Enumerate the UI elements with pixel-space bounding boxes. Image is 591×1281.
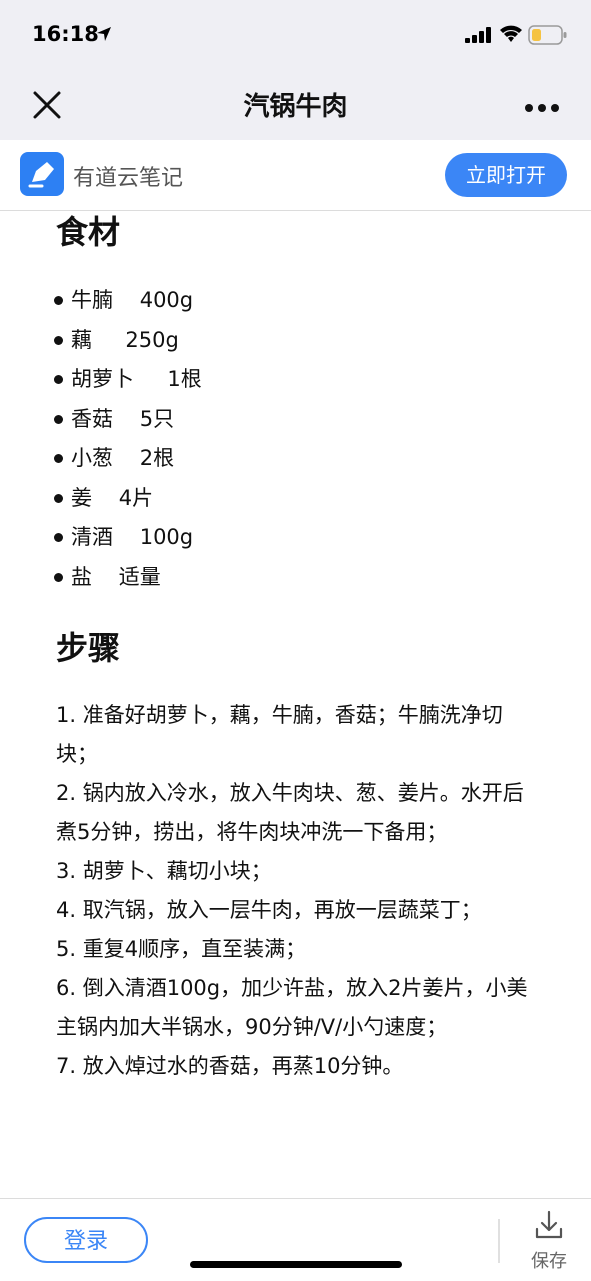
bullet	[54, 454, 63, 463]
ingredients-heading: 食材	[56, 213, 121, 251]
ingredient-name: 胡萝卜	[71, 367, 134, 391]
youdao-note-logo-icon	[20, 152, 64, 196]
step-item: 5. 重复4顺序，直至装满；	[56, 937, 307, 961]
step-item: 2. 锅内放入冷水，放入牛肉块、葱、姜片。水开后煮5分钟，捞出，将牛肉块冲洗一下…	[56, 781, 524, 844]
step-item: 3. 胡萝卜、藕切小块；	[56, 859, 272, 883]
app-banner: 有道云笔记 立即打开	[0, 140, 591, 211]
ingredient-amount: 2根	[139, 446, 175, 470]
status-bar: 16:18	[0, 0, 591, 70]
ingredient-name: 香菇	[71, 406, 113, 431]
bullet	[54, 533, 63, 542]
login-button[interactable]: 登录	[24, 1217, 148, 1263]
battery-low-icon	[528, 25, 568, 49]
ingredient-amount: 1根	[167, 367, 202, 391]
open-app-button[interactable]: 立即打开	[445, 153, 567, 197]
bullet	[54, 296, 63, 305]
nav-bar: 汽锅牛肉	[0, 70, 591, 140]
ingredient-amount: 100g	[139, 525, 194, 549]
cellular-signal-icon	[465, 27, 493, 47]
wifi-icon	[499, 24, 523, 47]
bullet	[54, 375, 63, 384]
app-name: 有道云笔记	[73, 166, 184, 191]
bullet	[54, 414, 63, 424]
ingredient-amount: 5只	[139, 406, 175, 431]
article-content: 食材 牛腩 400g 藕 250g 胡萝卜 1根 香菇 5只 小葱 2根 姜 4…	[0, 211, 591, 1198]
divider	[498, 1219, 500, 1263]
ingredient-name: 藕	[71, 327, 92, 352]
ingredient-name: 盐	[71, 564, 92, 589]
ingredient-name: 清酒	[71, 525, 113, 549]
step-item: 7. 放入焯过水的香菇，再蒸10分钟。	[56, 1054, 404, 1078]
bullet	[54, 335, 63, 345]
ingredient-amount: 400g	[139, 288, 194, 312]
download-icon[interactable]	[533, 1209, 565, 1245]
step-item: 1. 准备好胡萝卜，藕，牛腩，香菇；牛腩洗净切块；	[56, 703, 503, 766]
status-time: 16:18	[32, 22, 99, 46]
ingredient-amount: 适量	[118, 564, 161, 589]
ingredient-amount: 250g	[125, 327, 179, 352]
ingredient-name: 姜	[71, 485, 92, 510]
bullet	[54, 493, 63, 503]
home-indicator[interactable]	[190, 1261, 402, 1268]
save-label[interactable]: 保存	[531, 1247, 567, 1273]
more-icon[interactable]	[524, 98, 560, 117]
bottom-bar: 登录 保存	[0, 1198, 591, 1281]
page-title: 汽锅牛肉	[243, 92, 348, 122]
location-arrow-icon	[96, 26, 112, 46]
steps-heading: 步骤	[56, 629, 121, 667]
bullet	[54, 572, 63, 582]
ingredient-amount: 4片	[118, 485, 154, 510]
step-item: 6. 倒入清酒100g，加少许盐，放入2片姜片，小美主锅内加大半锅水，90分钟/…	[56, 976, 528, 1039]
ingredient-name: 小葱	[71, 446, 113, 470]
step-item: 4. 取汽锅，放入一层牛肉，再放一层蔬菜丁；	[56, 898, 482, 922]
steps-list: 1. 准备好胡萝卜，藕，牛腩，香菇；牛腩洗净切块； 2. 锅内放入冷水，放入牛肉…	[56, 696, 536, 1086]
ingredient-name: 牛腩	[71, 288, 113, 312]
